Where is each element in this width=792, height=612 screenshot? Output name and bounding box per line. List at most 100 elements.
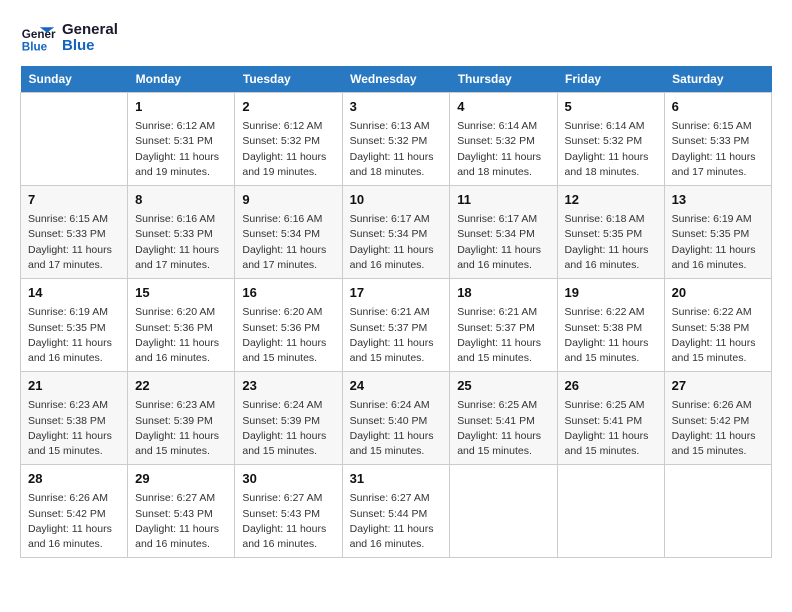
- day-info: Sunrise: 6:26 AM Sunset: 5:42 PM Dayligh…: [28, 491, 120, 552]
- day-info: Sunrise: 6:14 AM Sunset: 5:32 PM Dayligh…: [457, 119, 549, 180]
- day-number: 25: [457, 377, 549, 395]
- day-info: Sunrise: 6:21 AM Sunset: 5:37 PM Dayligh…: [350, 305, 443, 366]
- day-info: Sunrise: 6:26 AM Sunset: 5:42 PM Dayligh…: [672, 398, 764, 459]
- day-info: Sunrise: 6:20 AM Sunset: 5:36 PM Dayligh…: [242, 305, 334, 366]
- day-info: Sunrise: 6:27 AM Sunset: 5:43 PM Dayligh…: [242, 491, 334, 552]
- day-info: Sunrise: 6:16 AM Sunset: 5:33 PM Dayligh…: [135, 212, 227, 273]
- calendar-cell: 20 Sunrise: 6:22 AM Sunset: 5:38 PM Dayli…: [664, 279, 771, 372]
- day-info: Sunrise: 6:17 AM Sunset: 5:34 PM Dayligh…: [350, 212, 443, 273]
- day-info: Sunrise: 6:25 AM Sunset: 5:41 PM Dayligh…: [457, 398, 549, 459]
- day-info: Sunrise: 6:22 AM Sunset: 5:38 PM Dayligh…: [565, 305, 657, 366]
- day-info: Sunrise: 6:23 AM Sunset: 5:38 PM Dayligh…: [28, 398, 120, 459]
- calendar-cell: 2 Sunrise: 6:12 AM Sunset: 5:32 PM Daylig…: [235, 93, 342, 186]
- calendar-cell: 5 Sunrise: 6:14 AM Sunset: 5:32 PM Daylig…: [557, 93, 664, 186]
- calendar-cell: 17 Sunrise: 6:21 AM Sunset: 5:37 PM Dayli…: [342, 279, 450, 372]
- calendar-cell: [21, 93, 128, 186]
- calendar-cell: 31Sunrise: 6:27 AM Sunset: 5:44 PM Dayli…: [342, 465, 450, 558]
- calendar-cell: 29 Sunrise: 6:27 AM Sunset: 5:43 PM Dayli…: [128, 465, 235, 558]
- calendar-cell: 11 Sunrise: 6:17 AM Sunset: 5:34 PM Dayli…: [450, 186, 557, 279]
- week-row-5: 28 Sunrise: 6:26 AM Sunset: 5:42 PM Dayli…: [21, 465, 772, 558]
- day-number: 12: [565, 191, 657, 209]
- day-number: 2: [242, 98, 334, 116]
- day-info: Sunrise: 6:17 AM Sunset: 5:34 PM Dayligh…: [457, 212, 549, 273]
- calendar-cell: 19 Sunrise: 6:22 AM Sunset: 5:38 PM Dayli…: [557, 279, 664, 372]
- day-number: 3: [350, 98, 443, 116]
- day-number: 30: [242, 470, 334, 488]
- day-number: 18: [457, 284, 549, 302]
- calendar-cell: 3Sunrise: 6:13 AM Sunset: 5:32 PM Daylig…: [342, 93, 450, 186]
- weekday-wednesday: Wednesday: [342, 66, 450, 93]
- day-info: Sunrise: 6:22 AM Sunset: 5:38 PM Dayligh…: [672, 305, 764, 366]
- logo: General Blue General Blue: [20, 20, 118, 56]
- calendar-cell: 30 Sunrise: 6:27 AM Sunset: 5:43 PM Dayli…: [235, 465, 342, 558]
- calendar-cell: 15 Sunrise: 6:20 AM Sunset: 5:36 PM Dayli…: [128, 279, 235, 372]
- day-number: 10: [350, 191, 443, 209]
- calendar-cell: 28 Sunrise: 6:26 AM Sunset: 5:42 PM Dayli…: [21, 465, 128, 558]
- day-info: Sunrise: 6:19 AM Sunset: 5:35 PM Dayligh…: [672, 212, 764, 273]
- week-row-2: 7Sunrise: 6:15 AM Sunset: 5:33 PM Daylig…: [21, 186, 772, 279]
- day-info: Sunrise: 6:16 AM Sunset: 5:34 PM Dayligh…: [242, 212, 334, 273]
- calendar-cell: 24Sunrise: 6:24 AM Sunset: 5:40 PM Dayli…: [342, 372, 450, 465]
- day-number: 22: [135, 377, 227, 395]
- day-number: 9: [242, 191, 334, 209]
- calendar-cell: [450, 465, 557, 558]
- calendar-cell: 14Sunrise: 6:19 AM Sunset: 5:35 PM Dayli…: [21, 279, 128, 372]
- calendar-cell: 27 Sunrise: 6:26 AM Sunset: 5:42 PM Dayli…: [664, 372, 771, 465]
- day-info: Sunrise: 6:25 AM Sunset: 5:41 PM Dayligh…: [565, 398, 657, 459]
- day-number: 13: [672, 191, 764, 209]
- day-number: 14: [28, 284, 120, 302]
- day-info: Sunrise: 6:12 AM Sunset: 5:32 PM Dayligh…: [242, 119, 334, 180]
- calendar-cell: 9 Sunrise: 6:16 AM Sunset: 5:34 PM Daylig…: [235, 186, 342, 279]
- calendar-cell: [557, 465, 664, 558]
- weekday-friday: Friday: [557, 66, 664, 93]
- week-row-3: 14Sunrise: 6:19 AM Sunset: 5:35 PM Dayli…: [21, 279, 772, 372]
- calendar-table: SundayMondayTuesdayWednesdayThursdayFrid…: [20, 66, 772, 558]
- calendar-cell: 8 Sunrise: 6:16 AM Sunset: 5:33 PM Daylig…: [128, 186, 235, 279]
- svg-text:General: General: [22, 28, 56, 41]
- calendar-cell: 13 Sunrise: 6:19 AM Sunset: 5:35 PM Dayli…: [664, 186, 771, 279]
- calendar-cell: 10 Sunrise: 6:17 AM Sunset: 5:34 PM Dayli…: [342, 186, 450, 279]
- day-info: Sunrise: 6:27 AM Sunset: 5:43 PM Dayligh…: [135, 491, 227, 552]
- day-number: 15: [135, 284, 227, 302]
- day-number: 5: [565, 98, 657, 116]
- day-number: 17: [350, 284, 443, 302]
- day-info: Sunrise: 6:21 AM Sunset: 5:37 PM Dayligh…: [457, 305, 549, 366]
- day-number: 29: [135, 470, 227, 488]
- calendar-cell: [664, 465, 771, 558]
- calendar-cell: 22Sunrise: 6:23 AM Sunset: 5:39 PM Dayli…: [128, 372, 235, 465]
- day-number: 28: [28, 470, 120, 488]
- day-number: 21: [28, 377, 120, 395]
- calendar-cell: 18 Sunrise: 6:21 AM Sunset: 5:37 PM Dayli…: [450, 279, 557, 372]
- logo-blue: Blue: [62, 38, 118, 55]
- day-number: 4: [457, 98, 549, 116]
- day-number: 1: [135, 98, 227, 116]
- calendar-cell: 7Sunrise: 6:15 AM Sunset: 5:33 PM Daylig…: [21, 186, 128, 279]
- calendar-cell: 6Sunrise: 6:15 AM Sunset: 5:33 PM Daylig…: [664, 93, 771, 186]
- day-number: 27: [672, 377, 764, 395]
- weekday-thursday: Thursday: [450, 66, 557, 93]
- page-header: General Blue General Blue: [20, 20, 772, 56]
- calendar-cell: 12 Sunrise: 6:18 AM Sunset: 5:35 PM Dayli…: [557, 186, 664, 279]
- day-number: 19: [565, 284, 657, 302]
- weekday-saturday: Saturday: [664, 66, 771, 93]
- day-number: 11: [457, 191, 549, 209]
- day-number: 8: [135, 191, 227, 209]
- calendar-cell: 23Sunrise: 6:24 AM Sunset: 5:39 PM Dayli…: [235, 372, 342, 465]
- calendar-cell: 4 Sunrise: 6:14 AM Sunset: 5:32 PM Daylig…: [450, 93, 557, 186]
- day-info: Sunrise: 6:24 AM Sunset: 5:39 PM Dayligh…: [242, 398, 334, 459]
- calendar-cell: 1 Sunrise: 6:12 AM Sunset: 5:31 PM Daylig…: [128, 93, 235, 186]
- weekday-monday: Monday: [128, 66, 235, 93]
- calendar-cell: 26Sunrise: 6:25 AM Sunset: 5:41 PM Dayli…: [557, 372, 664, 465]
- day-info: Sunrise: 6:18 AM Sunset: 5:35 PM Dayligh…: [565, 212, 657, 273]
- day-info: Sunrise: 6:12 AM Sunset: 5:31 PM Dayligh…: [135, 119, 227, 180]
- day-info: Sunrise: 6:14 AM Sunset: 5:32 PM Dayligh…: [565, 119, 657, 180]
- day-info: Sunrise: 6:20 AM Sunset: 5:36 PM Dayligh…: [135, 305, 227, 366]
- day-info: Sunrise: 6:15 AM Sunset: 5:33 PM Dayligh…: [672, 119, 764, 180]
- day-number: 20: [672, 284, 764, 302]
- day-number: 7: [28, 191, 120, 209]
- calendar-cell: 25 Sunrise: 6:25 AM Sunset: 5:41 PM Dayli…: [450, 372, 557, 465]
- weekday-sunday: Sunday: [21, 66, 128, 93]
- day-info: Sunrise: 6:27 AM Sunset: 5:44 PM Dayligh…: [350, 491, 443, 552]
- logo-general: General: [62, 22, 118, 39]
- svg-text:Blue: Blue: [22, 41, 48, 54]
